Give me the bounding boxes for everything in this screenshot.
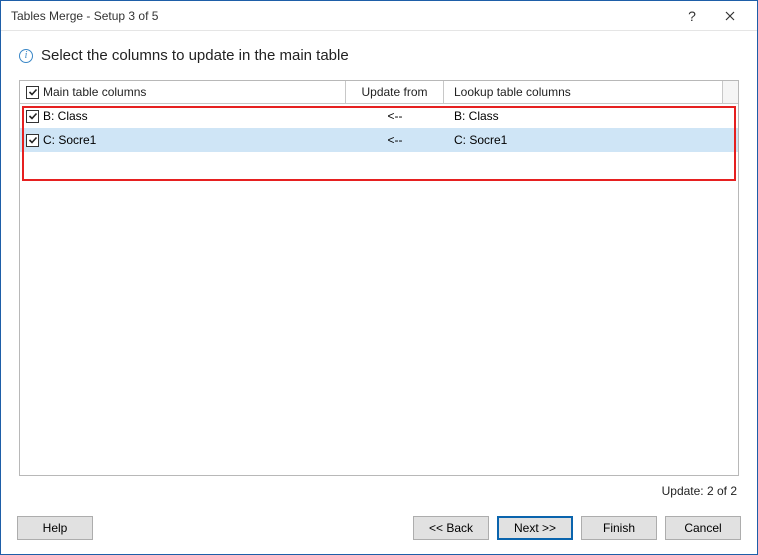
button-bar: Help << Back Next >> Finish Cancel xyxy=(1,506,757,554)
dialog-content: i Select the columns to update in the ma… xyxy=(1,31,757,506)
titlebar: Tables Merge - Setup 3 of 5 ? xyxy=(1,1,757,31)
close-icon[interactable] xyxy=(711,2,749,30)
grid-header: Main table columns Update from Lookup ta… xyxy=(20,81,738,104)
dialog-window: Tables Merge - Setup 3 of 5 ? i Select t… xyxy=(0,0,758,555)
table-row[interactable]: C: Socre1 <-- C: Socre1 xyxy=(20,128,738,152)
header-lookup-label: Lookup table columns xyxy=(454,85,571,99)
row-main-value: B: Class xyxy=(43,109,88,123)
row-checkbox[interactable] xyxy=(26,134,39,147)
header-lookup-columns[interactable]: Lookup table columns xyxy=(444,81,722,103)
table-row[interactable]: B: Class <-- B: Class xyxy=(20,104,738,128)
help-icon[interactable]: ? xyxy=(673,2,711,30)
row-lookup-value: B: Class xyxy=(454,109,499,123)
page-heading: Select the columns to update in the main… xyxy=(41,47,349,64)
header-update-label: Update from xyxy=(361,85,427,99)
row-lookup-value: C: Socre1 xyxy=(454,133,507,147)
header-update-from[interactable]: Update from xyxy=(346,81,444,103)
next-button[interactable]: Next >> xyxy=(497,516,573,540)
help-button[interactable]: Help xyxy=(17,516,93,540)
status-text: Update: 2 of 2 xyxy=(19,476,739,506)
cancel-button[interactable]: Cancel xyxy=(665,516,741,540)
header-main-label: Main table columns xyxy=(43,85,146,99)
info-icon: i xyxy=(19,49,33,63)
window-title: Tables Merge - Setup 3 of 5 xyxy=(11,9,673,23)
header-end xyxy=(722,81,738,103)
header-main-columns[interactable]: Main table columns xyxy=(20,81,346,103)
heading-row: i Select the columns to update in the ma… xyxy=(19,41,739,80)
finish-button[interactable]: Finish xyxy=(581,516,657,540)
row-arrow: <-- xyxy=(388,133,403,147)
row-arrow: <-- xyxy=(388,109,403,123)
columns-grid: Main table columns Update from Lookup ta… xyxy=(19,80,739,476)
row-checkbox[interactable] xyxy=(26,110,39,123)
select-all-checkbox[interactable] xyxy=(26,86,39,99)
row-main-value: C: Socre1 xyxy=(43,133,96,147)
back-button[interactable]: << Back xyxy=(413,516,489,540)
